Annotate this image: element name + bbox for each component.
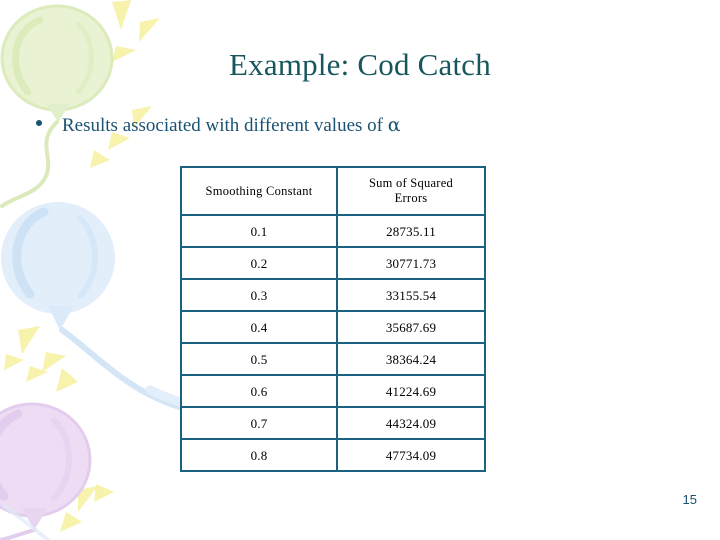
cell-smoothing-constant: 0.6	[180, 374, 338, 408]
table-body: 0.1 28735.11 0.2 30771.73 0.3 33155.54 0…	[180, 214, 486, 472]
sparkle-rays-blue	[4, 326, 78, 392]
table-row: 0.3 33155.54	[180, 278, 486, 312]
cell-sum-of-squared-errors: 35687.69	[336, 310, 486, 344]
cell-smoothing-constant: 0.8	[180, 438, 338, 472]
sparkle-rays-purple	[46, 484, 114, 532]
page-title: Example: Cod Catch	[229, 47, 491, 82]
alpha-symbol: α	[387, 114, 401, 136]
bullet-item: Results associated with different values…	[36, 112, 676, 139]
cell-sum-of-squared-errors: 44324.09	[336, 406, 486, 440]
results-table: Smoothing Constant Sum of Squared Errors…	[180, 166, 486, 472]
column-header-sum-of-squared-errors: Sum of Squared Errors	[336, 166, 486, 216]
cell-smoothing-constant: 0.2	[180, 246, 338, 280]
column-header-line1: Sum of Squared	[368, 176, 454, 190]
table-row: 0.5 38364.24	[180, 342, 486, 376]
table-row: 0.4 35687.69	[180, 310, 486, 344]
cell-smoothing-constant: 0.5	[180, 342, 338, 376]
table-row: 0.1 28735.11	[180, 214, 486, 248]
cell-sum-of-squared-errors: 38364.24	[336, 342, 486, 376]
bullet-text-main: Results associated with different values…	[62, 115, 388, 136]
slide: Example: Cod Catch Results associated wi…	[0, 0, 720, 540]
bullet-item-label: Results associated with different values…	[62, 112, 401, 139]
table-header-row: Smoothing Constant Sum of Squared Errors	[180, 166, 486, 216]
cell-sum-of-squared-errors: 41224.69	[336, 374, 486, 408]
cell-sum-of-squared-errors: 30771.73	[336, 246, 486, 280]
column-header-smoothing-constant: Smoothing Constant	[180, 166, 338, 216]
cell-sum-of-squared-errors: 47734.09	[336, 438, 486, 472]
column-header-line2: Errors	[394, 191, 428, 205]
cell-smoothing-constant: 0.7	[180, 406, 338, 440]
balloon-purple-icon	[0, 402, 114, 540]
table-row: 0.8 47734.09	[180, 438, 486, 472]
cell-smoothing-constant: 0.3	[180, 278, 338, 312]
bullet-dot-icon	[36, 120, 42, 126]
table-row: 0.6 41224.69	[180, 374, 486, 408]
cell-sum-of-squared-errors: 28735.11	[336, 214, 486, 248]
balloon-green-icon	[0, 0, 160, 208]
cell-sum-of-squared-errors: 33155.54	[336, 278, 486, 312]
sparkle-rays-green	[90, 0, 160, 168]
cell-smoothing-constant: 0.4	[180, 310, 338, 344]
cell-smoothing-constant: 0.1	[180, 214, 338, 248]
page-number: 15	[682, 492, 697, 507]
table-row: 0.2 30771.73	[180, 246, 486, 280]
table-row: 0.7 44324.09	[180, 406, 486, 440]
